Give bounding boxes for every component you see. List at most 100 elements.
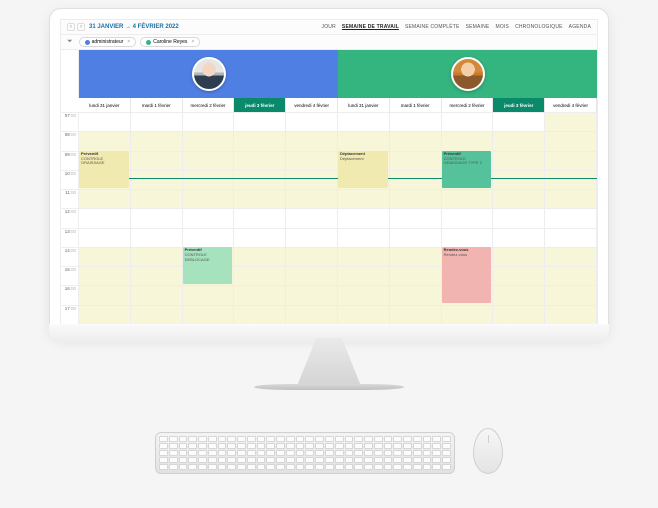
grid-cell[interactable] — [390, 151, 442, 170]
grid-cells[interactable]: PréventifCONTROLE GRAISSAGEPréventifCONT… — [79, 112, 597, 324]
grid-cell[interactable] — [286, 305, 338, 324]
grid-cell[interactable] — [234, 151, 286, 170]
grid-cell[interactable] — [183, 208, 235, 227]
grid-cell[interactable] — [338, 189, 390, 208]
day-header[interactable]: mardi 1 février — [390, 98, 442, 112]
grid-cell[interactable] — [131, 189, 183, 208]
grid-cell[interactable] — [493, 131, 545, 150]
grid-cell[interactable] — [390, 247, 442, 266]
grid-cell[interactable] — [545, 189, 597, 208]
grid-cell[interactable] — [545, 285, 597, 304]
grid-cell[interactable] — [131, 151, 183, 170]
remove-chip-icon[interactable]: × — [127, 39, 130, 45]
grid-cell[interactable] — [79, 266, 131, 285]
day-header[interactable]: lundi 31 janvier — [79, 98, 131, 112]
person-col-2[interactable] — [338, 50, 597, 98]
calendar-grid[interactable]: ▸ 07 :0008 :0009 :0010 :0011 :0012 :0013… — [61, 112, 597, 324]
grid-cell[interactable] — [338, 266, 390, 285]
grid-cell[interactable] — [234, 131, 286, 150]
grid-cell[interactable] — [234, 305, 286, 324]
grid-cell[interactable] — [131, 228, 183, 247]
view-tab-semaine[interactable]: SEMAINE — [466, 24, 490, 30]
view-tab-semaine-complète[interactable]: SEMAINE COMPLÈTE — [405, 24, 460, 30]
grid-cell[interactable] — [493, 266, 545, 285]
grid-cell[interactable] — [493, 285, 545, 304]
grid-cell[interactable] — [131, 131, 183, 150]
grid-cell[interactable] — [79, 131, 131, 150]
grid-cell[interactable] — [131, 266, 183, 285]
grid-cell[interactable] — [442, 131, 494, 150]
day-header[interactable]: vendredi 4 février — [286, 98, 338, 112]
grid-cell[interactable] — [390, 285, 442, 304]
grid-cell[interactable] — [390, 170, 442, 189]
grid-cell[interactable] — [234, 170, 286, 189]
grid-cell[interactable] — [390, 112, 442, 131]
view-tab-chronologique[interactable]: CHRONOLOGIQUE — [515, 24, 563, 30]
grid-cell[interactable] — [442, 112, 494, 131]
grid-cell[interactable] — [234, 266, 286, 285]
grid-cell[interactable] — [183, 285, 235, 304]
grid-cell[interactable] — [338, 228, 390, 247]
calendar-event[interactable]: DéplacementDéplacement — [338, 151, 388, 188]
grid-cell[interactable] — [183, 228, 235, 247]
filter-icon[interactable]: ⏷ — [65, 38, 75, 46]
grid-cell[interactable] — [79, 285, 131, 304]
grid-cell[interactable] — [545, 151, 597, 170]
grid-cell[interactable] — [286, 170, 338, 189]
grid-cell[interactable] — [338, 208, 390, 227]
person-col-1[interactable] — [79, 50, 338, 98]
grid-cell[interactable] — [286, 131, 338, 150]
grid-cell[interactable] — [183, 131, 235, 150]
day-header[interactable]: mercredi 2 février — [183, 98, 235, 112]
grid-cell[interactable] — [234, 189, 286, 208]
filter-chip[interactable]: Caroline Reyes× — [140, 37, 200, 47]
grid-cell[interactable] — [545, 170, 597, 189]
grid-cell[interactable] — [131, 247, 183, 266]
calendar-event[interactable]: Rendez-vousRendez-vous — [442, 247, 492, 304]
grid-cell[interactable] — [545, 131, 597, 150]
grid-cell[interactable] — [338, 305, 390, 324]
grid-cell[interactable] — [390, 131, 442, 150]
grid-cell[interactable] — [286, 247, 338, 266]
grid-cell[interactable] — [286, 285, 338, 304]
grid-cell[interactable] — [79, 208, 131, 227]
calendar-event[interactable]: PréventifCONTROLE GRAISSAGE TYPE 2 — [442, 151, 492, 188]
grid-cell[interactable] — [545, 228, 597, 247]
grid-cell[interactable] — [390, 305, 442, 324]
view-tab-semaine-de-travail[interactable]: SEMAINE DE TRAVAIL — [342, 24, 399, 30]
grid-cell[interactable] — [286, 151, 338, 170]
day-header[interactable]: vendredi 4 février — [545, 98, 597, 112]
grid-cell[interactable] — [234, 112, 286, 131]
grid-cell[interactable] — [338, 247, 390, 266]
grid-cell[interactable] — [79, 228, 131, 247]
grid-cell[interactable] — [79, 305, 131, 324]
grid-cell[interactable] — [545, 266, 597, 285]
grid-cell[interactable] — [493, 228, 545, 247]
grid-cell[interactable] — [493, 189, 545, 208]
grid-cell[interactable] — [234, 228, 286, 247]
view-tab-agenda[interactable]: AGENDA — [569, 24, 591, 30]
grid-cell[interactable] — [131, 305, 183, 324]
grid-cell[interactable] — [183, 112, 235, 131]
view-tab-mois[interactable]: MOIS — [495, 24, 509, 30]
grid-cell[interactable] — [79, 189, 131, 208]
grid-cell[interactable] — [131, 112, 183, 131]
grid-cell[interactable] — [79, 112, 131, 131]
grid-cell[interactable] — [545, 305, 597, 324]
day-header[interactable]: mardi 1 février — [131, 98, 183, 112]
grid-cell[interactable] — [131, 208, 183, 227]
grid-cell[interactable] — [545, 208, 597, 227]
grid-cell[interactable] — [493, 170, 545, 189]
grid-cell[interactable] — [493, 112, 545, 131]
grid-cell[interactable] — [338, 285, 390, 304]
day-header[interactable]: lundi 31 janvier — [338, 98, 390, 112]
calendar-event[interactable]: PréventifCONTROLE DEBLOCAGE — [183, 247, 233, 284]
grid-cell[interactable] — [183, 151, 235, 170]
grid-cell[interactable] — [234, 208, 286, 227]
grid-cell[interactable] — [545, 247, 597, 266]
prev-week-button[interactable]: ‹ — [67, 23, 75, 31]
grid-cell[interactable] — [493, 247, 545, 266]
grid-cell[interactable] — [442, 189, 494, 208]
grid-cell[interactable] — [131, 285, 183, 304]
grid-cell[interactable] — [183, 189, 235, 208]
